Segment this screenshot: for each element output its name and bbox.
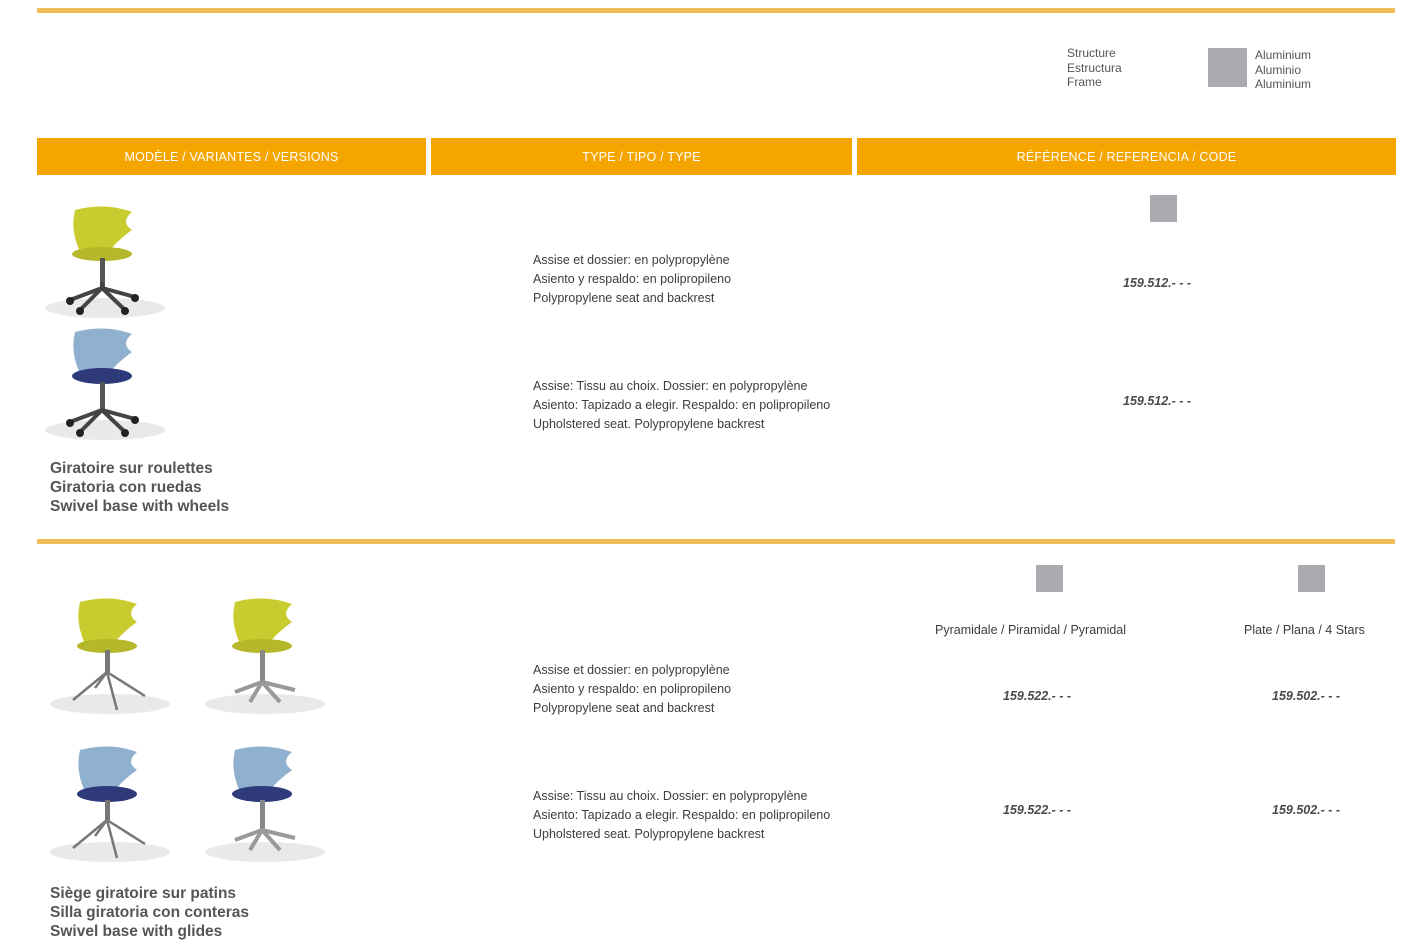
material-legend: Aluminium Aluminio Aluminium	[1255, 48, 1311, 92]
s2-row1-code-pyramidal: 159.522.- - -	[1003, 689, 1072, 703]
top-divider	[37, 8, 1395, 13]
aluminium-swatch-plate	[1298, 565, 1325, 592]
chair-yellow-pyramidal-image	[45, 592, 175, 717]
desc-line-es: Asiento y respaldo: en polipropileno	[533, 682, 732, 696]
desc-line-en: Polypropylene seat and backrest	[533, 291, 715, 305]
chair-blue-plate-image	[200, 740, 330, 865]
desc-line-fr: Assise et dossier: en polypropylène	[533, 663, 730, 677]
structure-label-es: Estructura	[1067, 60, 1122, 75]
chair-yellow-wheels-image	[40, 200, 170, 320]
desc-line-es: Asiento: Tapizado a elegir. Respaldo: en…	[533, 398, 831, 412]
aluminium-swatch-small	[1150, 195, 1177, 222]
title-fr: Siège giratoire sur patins	[50, 885, 237, 902]
structure-legend: Structure Estructura Frame	[1067, 46, 1122, 90]
aluminium-swatch-pyramidal	[1036, 565, 1063, 592]
structure-label-fr: Structure	[1067, 46, 1116, 60]
s2-row1-code-plate: 159.502.- - -	[1272, 689, 1341, 703]
chair-yellow-plate-image	[200, 592, 330, 717]
s1-row1-code: 159.512.- - -	[1123, 276, 1192, 290]
material-label-fr: Aluminium	[1255, 48, 1312, 62]
base-label-plate: Plate / Plana / 4 Stars	[1244, 623, 1365, 637]
title-es: Silla giratoria con conteras	[50, 904, 249, 921]
s1-title: Giratoire sur roulettes Giratoria con ru…	[50, 459, 229, 516]
s2-row1-description: Assise et dossier: en polypropylène Asie…	[533, 661, 731, 718]
material-label-en: Aluminium	[1255, 77, 1312, 91]
chair-blue-pyramidal-image	[45, 740, 175, 865]
desc-line-en: Upholstered seat. Polypropylene backrest	[533, 417, 765, 431]
s1-row2-description: Assise: Tissu au choix. Dossier: en poly…	[533, 377, 830, 434]
title-en: Swivel base with glides	[50, 923, 223, 940]
desc-line-fr: Assise et dossier: en polypropylène	[533, 253, 730, 267]
chair-blue-wheels-image	[40, 322, 170, 442]
desc-line-fr: Assise: Tissu au choix. Dossier: en poly…	[533, 379, 808, 393]
material-label-es: Aluminio	[1255, 62, 1302, 77]
s2-title: Siège giratoire sur patins Silla girator…	[50, 884, 249, 941]
desc-line-es: Asiento y respaldo: en polipropileno	[533, 272, 732, 286]
desc-line-fr: Assise: Tissu au choix. Dossier: en poly…	[533, 789, 808, 803]
aluminium-swatch	[1208, 48, 1247, 87]
section-divider	[37, 539, 1395, 544]
s2-row2-description: Assise: Tissu au choix. Dossier: en poly…	[533, 787, 830, 844]
s2-row2-code-plate: 159.502.- - -	[1272, 803, 1341, 817]
header-reference: RÉFÉRENCE / REFERENCIA / CODE	[857, 138, 1396, 175]
desc-line-es: Asiento: Tapizado a elegir. Respaldo: en…	[533, 808, 831, 822]
desc-line-en: Upholstered seat. Polypropylene backrest	[533, 827, 765, 841]
title-en: Swivel base with wheels	[50, 498, 230, 515]
s1-row2-code: 159.512.- - -	[1123, 394, 1192, 408]
header-model: MODÈLE / VARIANTES / VERSIONS	[37, 138, 426, 175]
desc-line-en: Polypropylene seat and backrest	[533, 701, 715, 715]
structure-label-en: Frame	[1067, 75, 1102, 89]
title-es: Giratoria con ruedas	[50, 479, 202, 496]
s2-row2-code-pyramidal: 159.522.- - -	[1003, 803, 1072, 817]
base-label-pyramidal: Pyramidale / Piramidal / Pyramidal	[935, 623, 1127, 637]
s1-row1-description: Assise et dossier: en polypropylène Asie…	[533, 251, 731, 308]
header-type: TYPE / TIPO / TYPE	[431, 138, 852, 175]
title-fr: Giratoire sur roulettes	[50, 460, 213, 477]
